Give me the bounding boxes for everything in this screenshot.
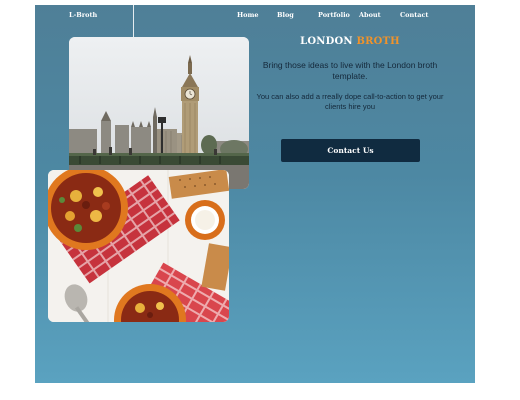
brand-logo[interactable]: L-Broth [69, 11, 97, 19]
nav-divider [133, 5, 134, 37]
london-skyline-image [69, 37, 249, 189]
page-background: L-Broth Home Blog Portfolio About Contac… [35, 5, 475, 383]
hero-title-london: LONDON [300, 36, 353, 47]
food-bowls-image [48, 170, 229, 322]
hero-cta-text: You can also add a rreally dope call-to-… [256, 92, 444, 111]
nav-link-home[interactable]: Home [237, 11, 259, 19]
nav-link-contact[interactable]: Contact [400, 11, 428, 19]
hero-title: LONDON BROTH [253, 36, 447, 47]
top-navigation: L-Broth Home Blog Portfolio About Contac… [35, 5, 475, 37]
hero-title-broth: BROTH [356, 36, 400, 47]
nav-link-about[interactable]: About [359, 11, 381, 19]
contact-us-button[interactable]: Contact Us [281, 139, 420, 162]
nav-link-blog[interactable]: Blog [277, 11, 294, 19]
hero-subtitle: Bring those ideas to live with the Londo… [262, 60, 438, 81]
nav-link-portfolio[interactable]: Portfolio [318, 11, 350, 19]
